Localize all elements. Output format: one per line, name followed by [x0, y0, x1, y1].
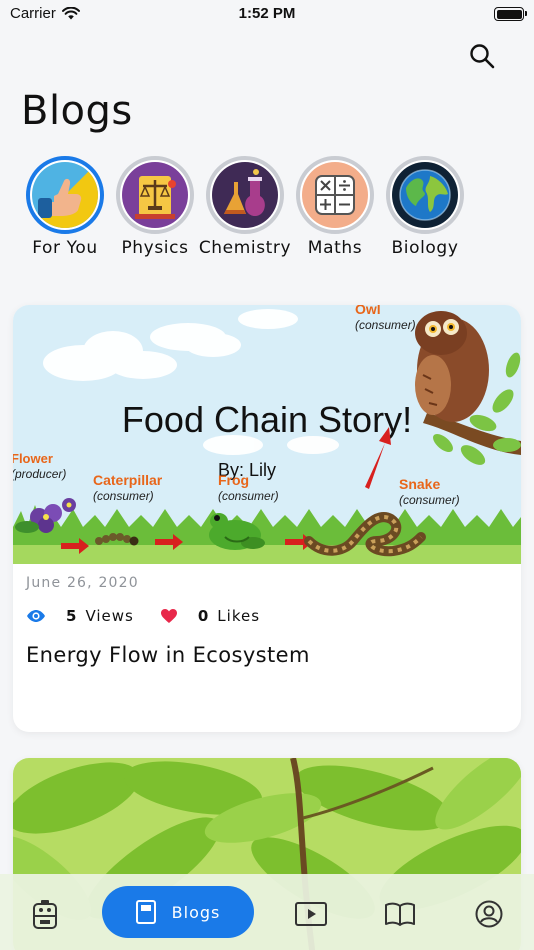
- caterpillar-label: Caterpillar: [93, 472, 163, 488]
- tab-blogs-label: Blogs: [171, 902, 221, 922]
- tab-bar: Blogs: [0, 874, 534, 950]
- category-ring: [296, 156, 374, 234]
- category-chemistry[interactable]: Chemistry: [198, 156, 292, 258]
- category-label: Physics: [121, 238, 189, 258]
- post-date: June 26, 2020: [26, 575, 139, 591]
- snake-label: Snake: [399, 476, 440, 492]
- category-ring: [206, 156, 284, 234]
- likes-label: Likes: [217, 607, 261, 625]
- frog-label: Frog: [218, 472, 249, 488]
- open-book-icon: [385, 902, 415, 926]
- book-icon: [135, 900, 156, 924]
- category-biology[interactable]: Biology: [380, 156, 470, 258]
- page-title: Blogs: [21, 88, 133, 134]
- play-icon: [295, 902, 327, 926]
- likes-count: 0: [197, 607, 210, 625]
- scales-icon: [122, 162, 188, 228]
- owl-role: (consumer): [355, 318, 416, 332]
- blog-post-card[interactable]: Owl (consumer) Food Chain Story! By: Lil…: [13, 305, 521, 732]
- profile-icon: [475, 900, 503, 928]
- tab-profile[interactable]: [469, 896, 509, 932]
- status-bar: Carrier 1:52 PM: [0, 0, 534, 28]
- tab-blogs[interactable]: Blogs: [102, 886, 254, 938]
- category-label: Biology: [391, 238, 459, 258]
- category-label: Maths: [307, 238, 363, 258]
- eye-icon: [27, 610, 45, 622]
- category-label: For You: [32, 238, 98, 258]
- post-title[interactable]: Energy Flow in Ecosystem: [26, 643, 310, 667]
- category-list: For You Physics Chemistry Maths Biology: [20, 156, 470, 258]
- likes-stat[interactable]: 0 Likes: [160, 607, 260, 625]
- post-stats: 5 Views 0 Likes: [26, 607, 286, 625]
- post-image[interactable]: Owl (consumer) Food Chain Story! By: Lil…: [13, 305, 521, 564]
- flower-role: (producer): [13, 467, 66, 481]
- category-ring: [26, 156, 104, 234]
- clock: 1:52 PM: [238, 5, 296, 22]
- tab-library[interactable]: [380, 896, 420, 932]
- views-stat: 5 Views: [26, 607, 134, 625]
- thumbs-up-icon: [32, 162, 98, 228]
- caterpillar-role: (consumer): [93, 489, 154, 503]
- category-ring: [386, 156, 464, 234]
- views-label: Views: [85, 607, 134, 625]
- flower-label: Flower: [13, 451, 53, 466]
- heart-icon: [160, 609, 177, 623]
- frog-role: (consumer): [218, 489, 279, 503]
- category-physics[interactable]: Physics: [110, 156, 200, 258]
- globe-icon: [392, 162, 458, 228]
- category-label: Chemistry: [198, 238, 292, 258]
- views-count: 5: [66, 607, 78, 625]
- search-button[interactable]: [466, 40, 498, 72]
- battery-icon: [494, 7, 527, 21]
- owl-label: Owl: [355, 305, 381, 317]
- category-for-you[interactable]: For You: [20, 156, 110, 258]
- flask-icon: [212, 162, 278, 228]
- robot-icon: [33, 900, 57, 929]
- snake-role: (consumer): [399, 493, 460, 507]
- image-title: Food Chain Story!: [122, 399, 412, 440]
- calculator-icon: [302, 162, 368, 228]
- tab-feed[interactable]: [25, 896, 65, 932]
- search-icon: [470, 44, 495, 69]
- tab-videos[interactable]: [291, 896, 331, 932]
- category-maths[interactable]: Maths: [290, 156, 380, 258]
- category-ring: [116, 156, 194, 234]
